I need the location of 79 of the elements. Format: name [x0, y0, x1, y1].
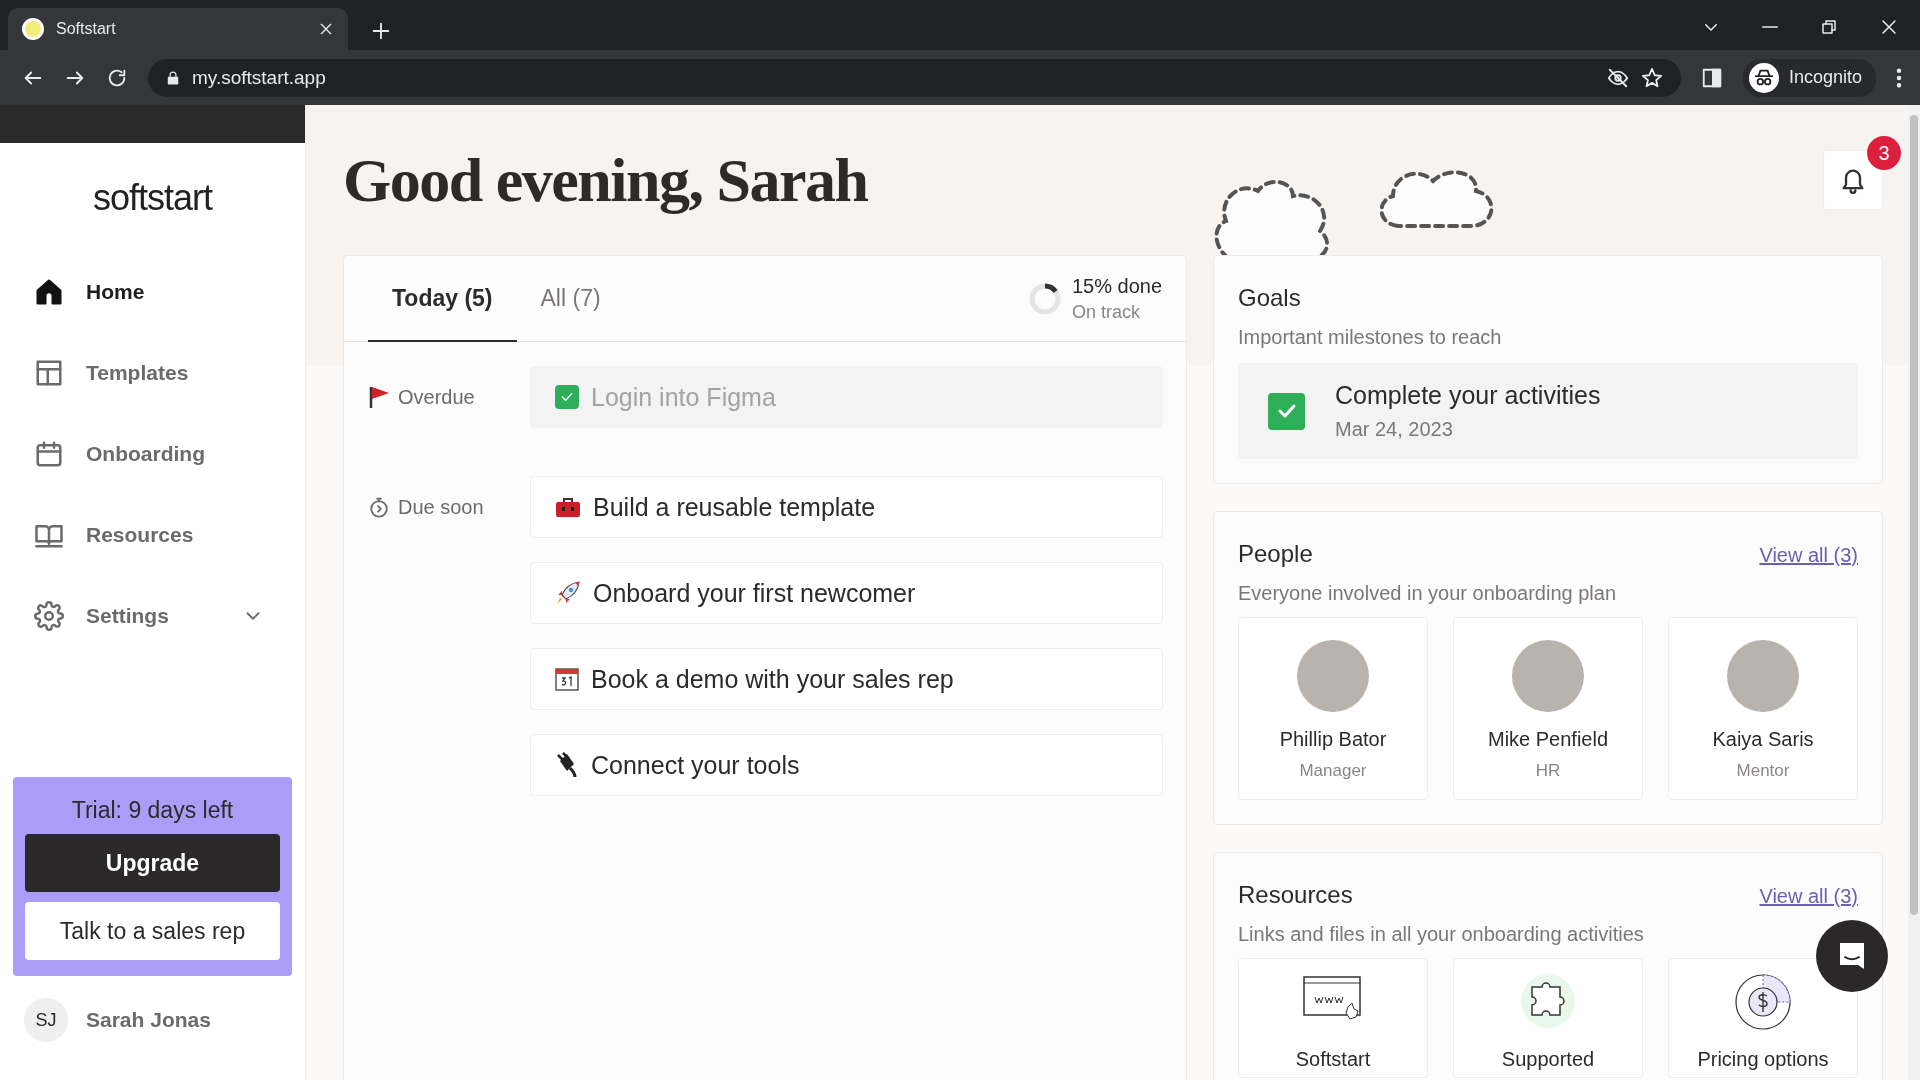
trial-text: Trial: 9 days left	[70, 797, 235, 824]
greeting-heading: Good evening, Sarah	[343, 144, 869, 216]
nav-item[interactable]: Templates	[34, 358, 264, 388]
profile-button[interactable]: Incognito	[1742, 58, 1876, 97]
plug-icon	[555, 752, 579, 778]
progress-ring	[1027, 281, 1062, 316]
nav-item[interactable]: Settings	[34, 601, 264, 631]
person-role: HR	[1535, 761, 1561, 781]
person-card[interactable]: Mike Penfield HR	[1453, 617, 1643, 800]
person-name: Phillip Bator	[1279, 728, 1387, 751]
view-all-link[interactable]: View all (3)	[1759, 544, 1858, 567]
checkbox[interactable]	[555, 385, 579, 409]
flag-icon	[368, 385, 390, 409]
upgrade-button[interactable]: Upgrade	[25, 834, 280, 892]
tab[interactable]: All (7)	[516, 256, 625, 342]
person-name: Mike Penfield	[1487, 728, 1609, 751]
eye-off-icon	[1606, 66, 1629, 89]
user-avatar[interactable]: SJ	[24, 998, 68, 1042]
nav-item[interactable]: Resources	[34, 520, 264, 550]
minimize-icon	[1762, 26, 1778, 28]
sales-rep-button[interactable]: Talk to a sales rep	[25, 902, 280, 960]
group-label: Overdue	[398, 385, 475, 409]
task-item[interactable]: Connect your tools	[530, 734, 1163, 796]
settings-icon	[34, 601, 64, 631]
star-icon	[1640, 66, 1663, 89]
rocket-icon	[555, 580, 581, 606]
logo[interactable]: softstart	[0, 177, 305, 219]
toolbox-icon	[555, 496, 581, 518]
layout-icon	[34, 358, 64, 388]
user-name[interactable]: Sarah Jonas	[86, 1008, 211, 1032]
side-panel-icon	[1700, 66, 1723, 89]
resource-card[interactable]: Softstart	[1238, 958, 1428, 1078]
task-item[interactable]: Book a demo with your sales rep	[530, 648, 1163, 710]
address-bar[interactable]: my.softstart.app	[148, 58, 1681, 97]
resource-label: Supported	[1501, 1048, 1595, 1071]
checkbox[interactable]	[1268, 392, 1305, 430]
person-card[interactable]: Kaiya Saris Mentor	[1668, 617, 1858, 800]
group-label: Due soon	[398, 495, 484, 519]
card-title: People	[1238, 540, 1314, 568]
resource-label: Softstart	[1295, 1048, 1371, 1071]
calendar-icon	[34, 439, 64, 469]
card-subtitle: Links and files in all your onboarding activities	[1238, 923, 1645, 946]
browser-tab[interactable]: Softstart	[8, 8, 348, 50]
nav-item[interactable]: Onboarding	[34, 439, 264, 469]
more-icon	[1896, 66, 1902, 89]
card-title: Resources	[1238, 881, 1354, 909]
plus-icon	[370, 20, 392, 42]
home-icon	[34, 277, 64, 307]
close-icon	[1880, 18, 1898, 36]
close-icon	[318, 21, 334, 37]
lock-icon	[166, 69, 180, 86]
goal-title: Complete your activities	[1335, 381, 1601, 410]
notification-badge: 3	[1867, 136, 1901, 170]
dollar-chart-icon	[1734, 973, 1792, 1031]
resource-card[interactable]: Pricing options	[1668, 958, 1858, 1078]
scrollbar[interactable]	[1908, 105, 1920, 1080]
person-name: Kaiya Saris	[1712, 728, 1814, 751]
tab[interactable]: Today (5)	[368, 256, 517, 342]
person-card[interactable]: Phillip Bator Manager	[1238, 617, 1428, 800]
calendar-icon	[555, 667, 579, 691]
person-role: Manager	[1299, 761, 1367, 781]
restore-icon	[1820, 18, 1838, 36]
goal-item[interactable]: Complete your activities Mar 24, 2023	[1238, 363, 1858, 459]
goal-date: Mar 24, 2023	[1335, 418, 1454, 441]
resource-card[interactable]: Supported	[1453, 958, 1643, 1078]
puzzle-icon	[1520, 973, 1576, 1029]
person-role: Mentor	[1736, 761, 1790, 781]
favicon-icon	[22, 18, 44, 40]
task-item[interactable]: Onboard your first newcomer	[530, 562, 1163, 624]
stopwatch-icon	[368, 495, 390, 519]
resource-label: Pricing options	[1697, 1048, 1829, 1071]
card-subtitle: Everyone involved in your onboarding plan	[1238, 582, 1618, 605]
card-subtitle: Important milestones to reach	[1238, 326, 1503, 349]
progress-label: 15% done	[1071, 274, 1162, 298]
progress-status: On track	[1071, 301, 1141, 323]
view-all-link[interactable]: View all (3)	[1759, 885, 1858, 908]
nav-item[interactable]: Home	[34, 277, 264, 307]
card-title: Goals	[1238, 284, 1302, 312]
task-item[interactable]: Build a reusable template	[530, 476, 1163, 538]
